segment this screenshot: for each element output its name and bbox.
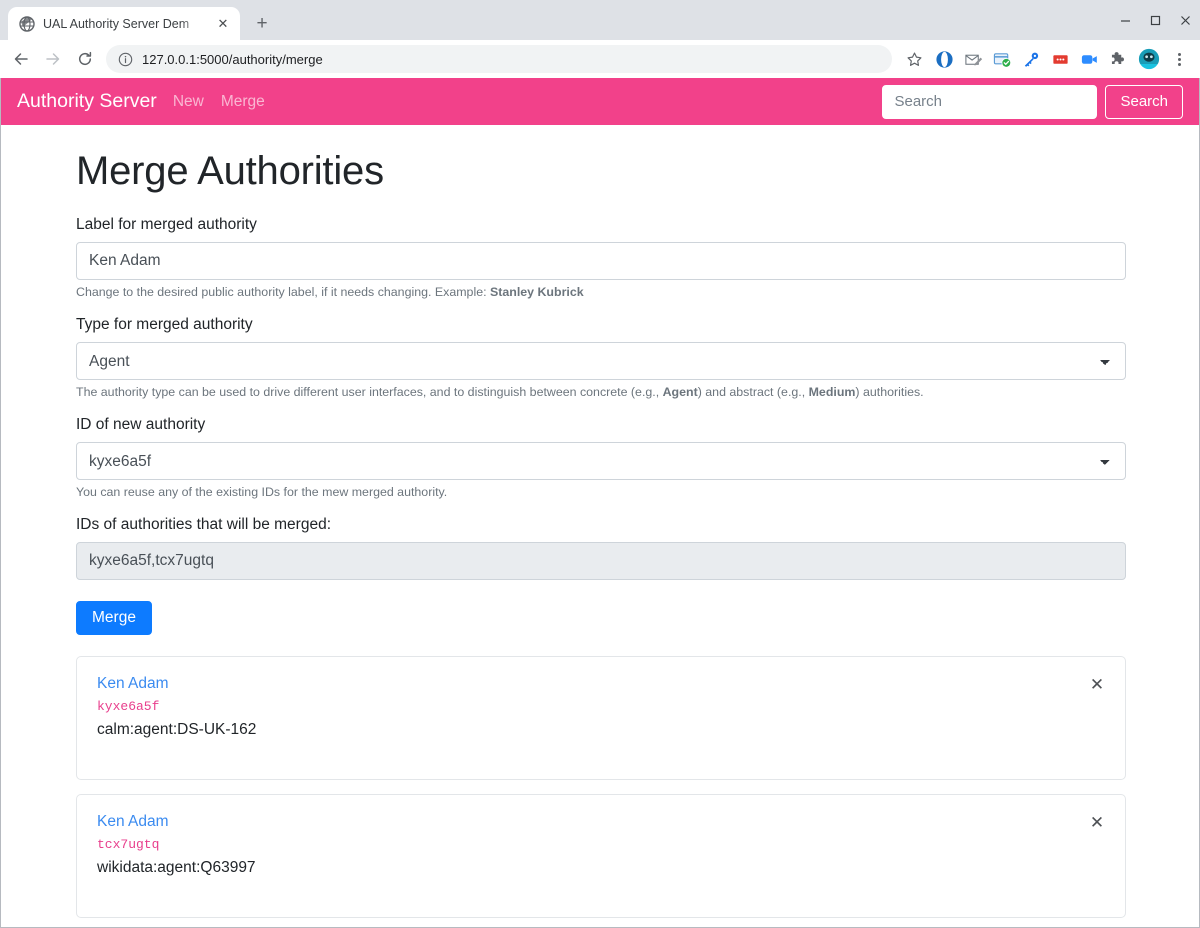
reload-button[interactable] — [70, 44, 100, 74]
field-group-new-id: ID of new authority kyxe6a5f You can reu… — [76, 416, 1124, 499]
merged-label-help-example: Stanley Kubrick — [490, 285, 584, 299]
back-button[interactable] — [6, 44, 36, 74]
merged-type-help-text-2: ) and abstract (e.g., — [698, 385, 809, 399]
window-close-icon[interactable] — [1170, 0, 1200, 40]
browser-tab-bar: UAL Authority Server Dem ✕ + — [0, 0, 1200, 40]
merged-label-input[interactable] — [76, 242, 1126, 280]
extension-icon-opera[interactable] — [930, 45, 958, 73]
info-circle-icon[interactable] — [117, 51, 133, 67]
merged-label-help-text: Change to the desired public authority l… — [76, 285, 490, 299]
authority-card-remove-icon[interactable]: ✕ — [1087, 675, 1107, 695]
authority-card-list: Ken Adam kyxe6a5f calm:agent:DS-UK-162 ✕… — [76, 656, 1124, 918]
nav-link-merge[interactable]: Merge — [221, 93, 265, 111]
site-navbar: Authority Server New Merge Search — [1, 78, 1199, 125]
extension-icon-mail[interactable] — [959, 45, 987, 73]
field-group-merged-ids: IDs of authorities that will be merged: — [76, 516, 1124, 580]
bookmark-star-icon[interactable] — [900, 45, 928, 73]
new-authority-id-help: You can reuse any of the existing IDs fo… — [76, 485, 1124, 499]
authority-card-id: kyxe6a5f — [97, 699, 1105, 714]
merged-ids-label: IDs of authorities that will be merged: — [76, 516, 1124, 534]
merged-type-help: The authority type can be used to drive … — [76, 385, 1124, 399]
extension-icon-puzzle[interactable] — [1104, 45, 1132, 73]
browser-toolbar: 127.0.0.1:5000/authority/merge — [0, 40, 1200, 78]
navbar-links: New Merge — [173, 93, 265, 111]
extension-icon-card-check[interactable] — [988, 45, 1016, 73]
merged-ids-input — [76, 542, 1126, 580]
address-bar[interactable]: 127.0.0.1:5000/authority/merge — [106, 45, 892, 73]
new-authority-id-select[interactable]: kyxe6a5f — [76, 442, 1126, 480]
kebab-dot — [1178, 58, 1181, 61]
label-for-merged-authority-label: Label for merged authority — [76, 216, 1124, 234]
search-input[interactable] — [882, 85, 1097, 119]
window-controls — [1110, 0, 1200, 40]
tab-close-icon[interactable]: ✕ — [214, 15, 232, 33]
page-container: Merge Authorities Label for merged autho… — [1, 125, 1199, 918]
merged-type-help-text-1: The authority type can be used to drive … — [76, 385, 663, 399]
merge-button[interactable]: Merge — [76, 601, 152, 635]
url-text: 127.0.0.1:5000/authority/merge — [142, 52, 882, 67]
field-group-type: Type for merged authority Agent The auth… — [76, 316, 1124, 399]
browser-tab-title: UAL Authority Server Dem — [43, 17, 206, 31]
type-for-merged-authority-label: Type for merged authority — [76, 316, 1124, 334]
search-button[interactable]: Search — [1105, 85, 1183, 119]
merged-type-help-text-3: ) authorities. — [855, 385, 923, 399]
authority-card-title[interactable]: Ken Adam — [97, 675, 169, 693]
nav-link-new[interactable]: New — [173, 93, 204, 111]
minimize-icon[interactable] — [1110, 0, 1140, 40]
extension-icon-zoom[interactable] — [1075, 45, 1103, 73]
field-group-label: Label for merged authority Change to the… — [76, 216, 1124, 299]
authority-card-uri: calm:agent:DS-UK-162 — [97, 721, 1105, 739]
globe-icon — [19, 16, 35, 32]
browser-tab[interactable]: UAL Authority Server Dem ✕ — [8, 7, 240, 40]
authority-card: Ken Adam tcx7ugtq wikidata:agent:Q63997 … — [76, 794, 1126, 918]
merged-type-select[interactable]: Agent — [76, 342, 1126, 380]
kebab-dot — [1178, 53, 1181, 56]
navbar-brand[interactable]: Authority Server — [17, 90, 157, 113]
avatar-icon[interactable] — [1134, 44, 1164, 74]
id-of-new-authority-label: ID of new authority — [76, 416, 1124, 434]
merged-type-help-bold-2: Medium — [809, 385, 856, 399]
authority-card-remove-icon[interactable]: ✕ — [1087, 813, 1107, 833]
authority-card-title[interactable]: Ken Adam — [97, 813, 169, 831]
new-tab-button[interactable]: + — [248, 9, 276, 37]
navbar-search-area: Search — [882, 85, 1183, 119]
forward-button[interactable] — [38, 44, 68, 74]
extension-icon-key[interactable] — [1017, 45, 1045, 73]
browser-window: UAL Authority Server Dem ✕ + — [0, 0, 1200, 928]
authority-card: Ken Adam kyxe6a5f calm:agent:DS-UK-162 ✕ — [76, 656, 1126, 780]
page-viewport: Authority Server New Merge Search Merge … — [0, 78, 1200, 928]
authority-card-id: tcx7ugtq — [97, 837, 1105, 852]
kebab-menu-icon[interactable] — [1166, 45, 1192, 73]
extensions-area — [930, 45, 1132, 73]
maximize-icon[interactable] — [1140, 0, 1170, 40]
merged-label-help: Change to the desired public authority l… — [76, 285, 1124, 299]
merged-type-help-bold-1: Agent — [663, 385, 698, 399]
extension-icon-dots-red[interactable] — [1046, 45, 1074, 73]
kebab-dot — [1178, 63, 1181, 66]
page-title: Merge Authorities — [76, 149, 1124, 194]
authority-card-uri: wikidata:agent:Q63997 — [97, 859, 1105, 877]
